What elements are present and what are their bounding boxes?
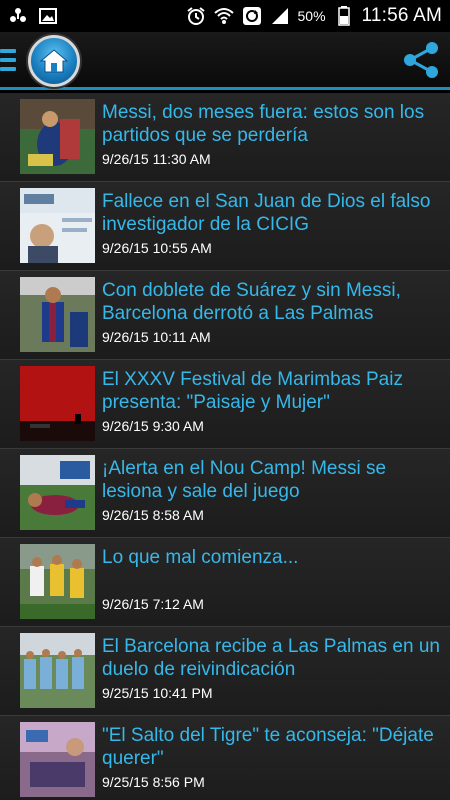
news-date: 9/26/15 10:55 AM [102,240,212,256]
clock: 11:56 AM [361,5,442,26]
news-thumbnail [20,99,95,174]
news-title[interactable]: Messi, dos meses fuera: estos son los pa… [102,101,442,147]
news-title[interactable]: Fallece en el San Juan de Dios el falso … [102,190,442,236]
usb-icon [8,6,28,26]
news-date: 9/25/15 10:41 PM [102,685,213,701]
news-item[interactable]: "El Salto del Tigre" te aconseja: "Déjat… [0,716,450,800]
news-thumbnail [20,722,95,797]
news-item[interactable]: Con doblete de Suárez y sin Messi, Barce… [0,271,450,360]
news-title[interactable]: Lo que mal comienza... [102,546,442,569]
news-thumbnail [20,633,95,708]
news-title[interactable]: El Barcelona recibe a Las Palmas en un d… [102,635,442,681]
news-date: 9/26/15 8:58 AM [102,507,204,523]
share-icon [404,42,438,78]
image-icon [38,6,58,26]
menu-icon[interactable] [0,49,18,75]
news-date: 9/26/15 7:12 AM [102,596,204,612]
news-item[interactable]: Lo que mal comienza... 9/26/15 7:12 AM [0,538,450,627]
news-item[interactable]: El Barcelona recibe a Las Palmas en un d… [0,627,450,716]
news-item[interactable]: ¡Alerta en el Nou Camp! Messi se lesiona… [0,449,450,538]
news-title[interactable]: "El Salto del Tigre" te aconseja: "Déjat… [102,724,442,770]
news-item[interactable]: Fallece en el San Juan de Dios el falso … [0,182,450,271]
news-thumbnail [20,277,95,352]
share-button[interactable] [398,36,444,84]
status-bar: 50% 11:56 AM [0,0,450,32]
app-bar [0,32,450,90]
news-item[interactable]: Messi, dos meses fuera: estos son los pa… [0,93,450,182]
news-date: 9/25/15 8:56 PM [102,774,205,790]
home-button[interactable] [28,35,80,87]
signal-icon [270,6,290,26]
news-date: 9/26/15 10:11 AM [102,329,211,345]
battery-percent: 50% [297,8,326,24]
news-title[interactable]: El XXXV Festival de Marimbas Paiz presen… [102,368,442,414]
alarm-icon [186,6,206,26]
news-date: 9/26/15 11:30 AM [102,151,211,167]
news-date: 9/26/15 9:30 AM [102,418,204,434]
news-thumbnail [20,188,95,263]
news-list[interactable]: Messi, dos meses fuera: estos son los pa… [0,93,450,800]
news-thumbnail [20,544,95,619]
news-title[interactable]: Con doblete de Suárez y sin Messi, Barce… [102,279,442,325]
news-thumbnail [20,366,95,441]
news-item[interactable]: El XXXV Festival de Marimbas Paiz presen… [0,360,450,449]
wifi-icon [213,6,234,26]
news-thumbnail [20,455,95,530]
news-title[interactable]: ¡Alerta en el Nou Camp! Messi se lesiona… [102,457,442,503]
home-icon [40,49,68,73]
sync-icon [242,6,262,26]
battery-icon [334,6,354,26]
